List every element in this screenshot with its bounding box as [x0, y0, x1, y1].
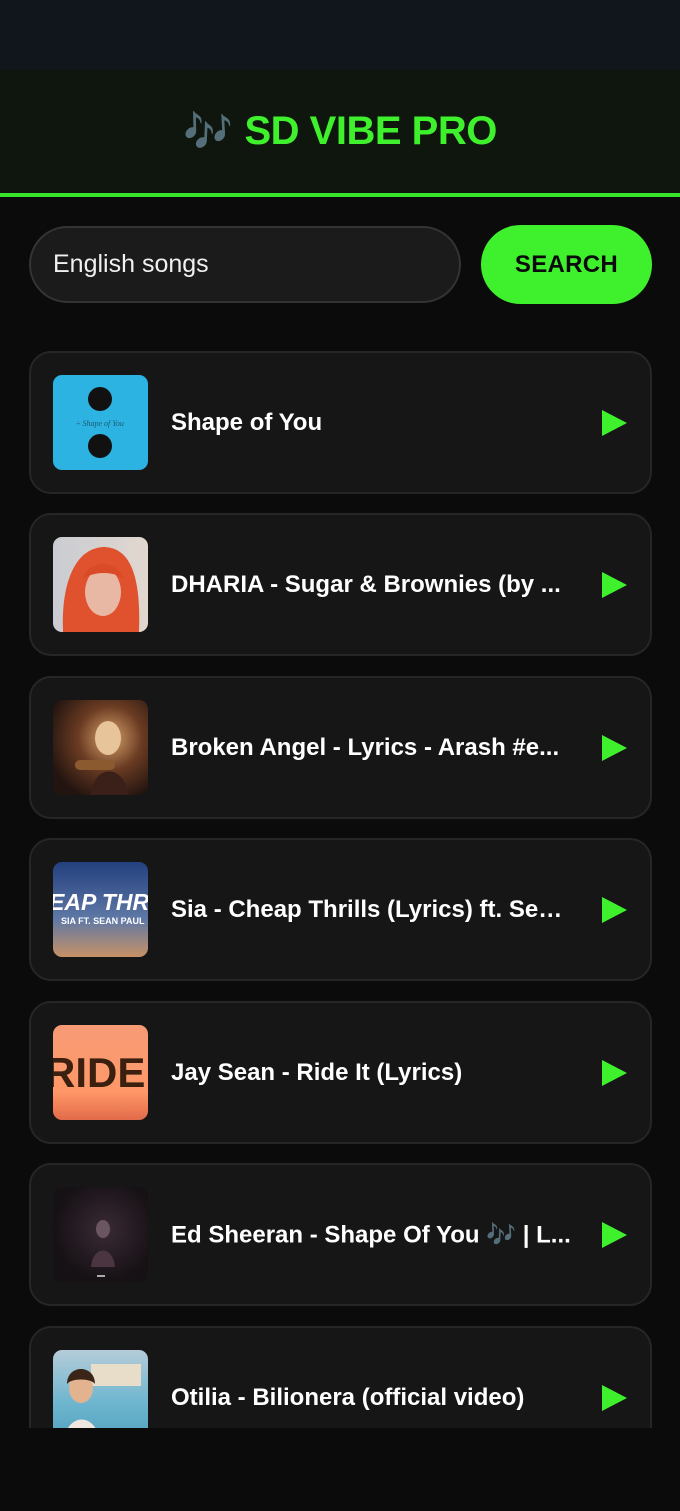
song-title: Ed Sheeran - Shape Of You 🎶 | L... — [171, 1221, 571, 1248]
play-icon[interactable] — [602, 1384, 627, 1411]
song-thumbnail — [53, 537, 148, 632]
song-card[interactable]: EAP THRIL SIA FT. SEAN PAUL Sia - Cheap … — [29, 838, 652, 981]
singer-image — [75, 721, 129, 795]
song-card[interactable]: Ed Sheeran - Shape Of You 🎶 | L... — [29, 1163, 652, 1306]
bottom-area — [0, 1428, 680, 1511]
song-thumbnail: EAP THRIL SIA FT. SEAN PAUL — [53, 862, 148, 957]
album-art: RIDE IT — [53, 1049, 148, 1096]
play-icon[interactable] — [602, 409, 627, 436]
portrait-image — [62, 547, 140, 632]
dark-scene-image — [91, 1220, 115, 1277]
thumb-text: EAP THRIL — [53, 889, 148, 915]
song-title: Shape of You — [171, 408, 323, 436]
play-icon[interactable] — [602, 734, 627, 761]
thumb-subtext: SIA FT. SEAN PAUL — [61, 916, 145, 926]
song-card[interactable]: DHARIA - Sugar & Brownies (by ... — [29, 513, 652, 656]
play-icon[interactable] — [602, 571, 627, 598]
song-thumbnail — [53, 700, 148, 795]
app-title: 🎶 SD VIBE PRO — [183, 108, 497, 155]
song-thumbnail — [53, 1187, 148, 1282]
play-icon[interactable] — [602, 1059, 627, 1086]
song-card[interactable]: ÷ Shape of You Shape of You — [29, 351, 652, 494]
thumb-text: RIDE IT — [53, 1049, 148, 1096]
results-list[interactable]: ÷ Shape of You Shape of You DHARIA - Sug… — [29, 351, 652, 1428]
song-card[interactable]: Broken Angel - Lyrics - Arash #e... — [29, 676, 652, 819]
song-title: Jay Sean - Ride It (Lyrics) — [171, 1058, 463, 1086]
search-button[interactable]: SEARCH — [481, 225, 652, 304]
play-icon[interactable] — [602, 896, 627, 923]
album-art-divide-icon: ÷ Shape of You — [76, 387, 124, 458]
song-title: Sia - Cheap Thrills (Lyrics) ft. Sea... — [171, 895, 571, 923]
song-title: Broken Angel - Lyrics - Arash #e... — [171, 733, 560, 761]
song-thumbnail — [53, 1350, 148, 1428]
song-title: Otilia - Bilionera (official video) — [171, 1383, 525, 1411]
search-input[interactable] — [29, 226, 461, 303]
status-bar — [0, 0, 680, 70]
song-card[interactable]: RIDE IT Jay Sean - Ride It (Lyrics) — [29, 1001, 652, 1144]
song-thumbnail: ÷ Shape of You — [53, 375, 148, 470]
app-title-text: SD VIBE PRO — [244, 109, 497, 153]
song-title: DHARIA - Sugar & Brownies (by ... — [171, 570, 561, 598]
play-icon[interactable] — [602, 1221, 627, 1248]
song-card[interactable]: Otilia - Bilionera (official video) — [29, 1326, 652, 1428]
thumb-text: ÷ Shape of You — [76, 419, 124, 428]
music-notes-icon: 🎶 — [183, 109, 233, 155]
album-art: EAP THRIL SIA FT. SEAN PAUL — [53, 889, 148, 926]
singer-image — [67, 1364, 141, 1428]
app-header: 🎶 SD VIBE PRO — [0, 70, 680, 197]
song-thumbnail: RIDE IT — [53, 1025, 148, 1120]
